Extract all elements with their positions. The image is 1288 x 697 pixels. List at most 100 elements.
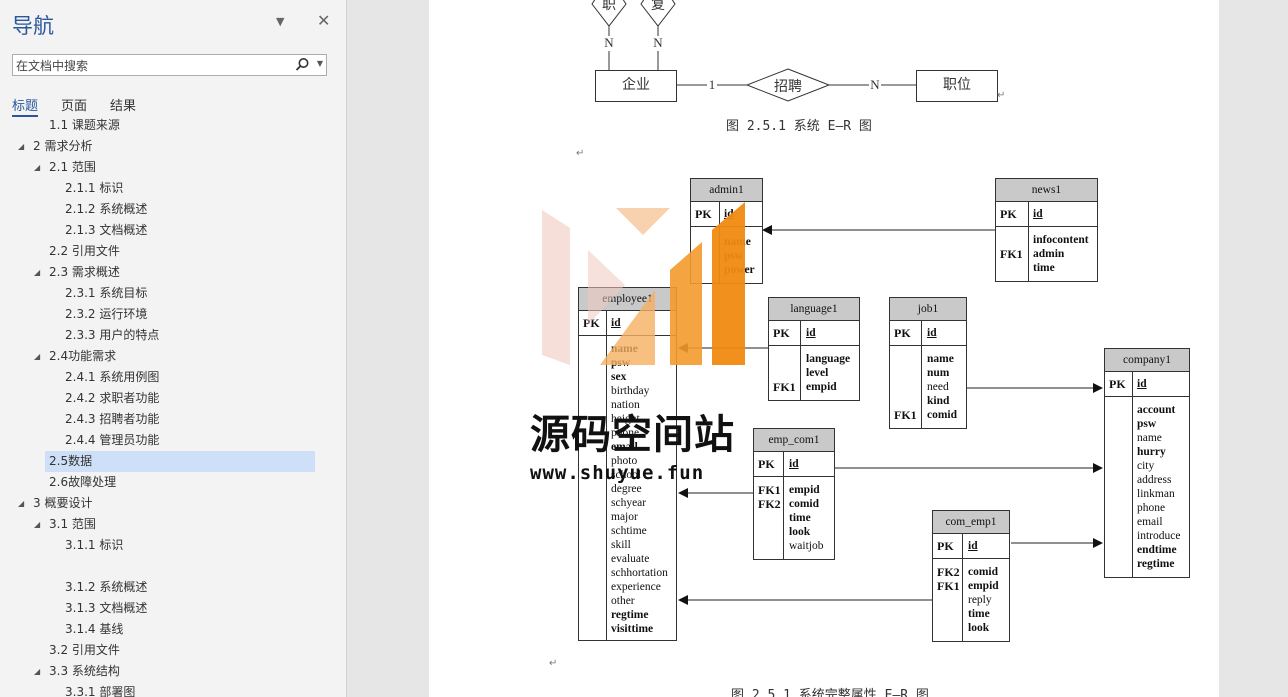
- collapse-toggle-icon[interactable]: ◢: [34, 268, 40, 277]
- field: language: [806, 353, 851, 365]
- collapse-toggle-icon[interactable]: ◢: [34, 520, 40, 529]
- field: hurry: [1137, 446, 1166, 458]
- pk-label: PK: [1000, 207, 1017, 221]
- collapse-toggle-icon[interactable]: ◢: [34, 667, 40, 676]
- field: regtime: [611, 609, 649, 621]
- nav-heading-item[interactable]: 2.1.1 标识: [65, 178, 123, 199]
- field: time: [968, 608, 990, 620]
- field: email: [1137, 516, 1163, 528]
- nav-heading-label: 2.3 需求概述: [49, 265, 120, 279]
- fk-label: FK1: [1000, 247, 1023, 261]
- watermark-logo-icon: [542, 202, 745, 365]
- nav-heading-item[interactable]: 2.1 范围: [49, 157, 96, 178]
- tab-results[interactable]: 结果: [110, 95, 136, 114]
- nav-heading-label: 2.1.2 系统概述: [65, 202, 148, 216]
- field: infocontent: [1033, 234, 1089, 246]
- tab-headings[interactable]: 标题: [12, 95, 38, 114]
- document-area[interactable]: 职 复 N N 企业 1 招聘 N 职位 ↵ 图 2.5.1 系统 E—R 图 …: [347, 0, 1288, 697]
- nav-heading-item[interactable]: 2.6故障处理: [49, 472, 116, 493]
- field: schtime: [611, 525, 647, 537]
- nav-heading-item[interactable]: 3.1.3 文档概述: [65, 598, 147, 619]
- nav-heading-item[interactable]: 2.1.2 系统概述: [65, 199, 147, 220]
- nav-heading-label: 2.6故障处理: [49, 475, 117, 489]
- field: endtime: [1137, 544, 1177, 556]
- active-tab-indicator: [12, 115, 38, 117]
- fk-label: FK2: [937, 565, 960, 579]
- nav-heading-item[interactable]: 2.2 引用文件: [49, 241, 120, 262]
- field: comid: [789, 498, 820, 510]
- nav-heading-item[interactable]: 3.2 引用文件: [49, 640, 120, 661]
- nav-heading-label: 1.1 课题来源: [49, 118, 120, 132]
- nav-heading-item[interactable]: 2.1.3 文档概述: [65, 220, 147, 241]
- nav-heading-item[interactable]: 3.1.4 基线: [65, 619, 123, 640]
- close-icon[interactable]: ✕: [317, 11, 330, 30]
- nav-heading-label: 2.1.3 文档概述: [65, 223, 148, 237]
- nav-heading-item[interactable]: 2.3.1 系统目标: [65, 283, 147, 304]
- nav-heading-label: 3.3.1 部署图: [65, 685, 136, 697]
- search-options-chevron-icon[interactable]: ▼: [317, 59, 323, 68]
- field: skill: [611, 539, 631, 551]
- heading-tree: 1.1 课题来源 2 需求分析 ◢ 2.1 范围 ◢ 2.1.1 标识 2.1.2 系统概述…: [0, 118, 346, 697]
- pk-label: PK: [894, 326, 911, 340]
- pk-field: id: [789, 458, 799, 470]
- field: num: [927, 367, 950, 379]
- pk-label: PK: [1109, 377, 1126, 391]
- paragraph-mark: ↵: [549, 658, 558, 669]
- pk-field: id: [806, 327, 816, 339]
- search-input[interactable]: [13, 56, 286, 76]
- fk-label: FK1: [758, 483, 781, 497]
- search-icon[interactable]: [294, 57, 310, 73]
- nav-pane-title: 导航: [12, 14, 54, 38]
- nav-heading-item[interactable]: 1.1 课题来源: [49, 118, 120, 136]
- figure-caption: 图 2.5.1 系统完整属性 E—R 图: [731, 688, 929, 697]
- nav-heading-item[interactable]: 3.1.2 系统概述: [65, 577, 147, 598]
- nav-heading-item[interactable]: 2.4.4 管理员功能: [65, 430, 159, 451]
- tab-pages[interactable]: 页面: [61, 95, 87, 114]
- field: visittime: [611, 623, 654, 635]
- nav-heading-label: 3.3 系统结构: [49, 664, 120, 678]
- collapse-toggle-icon[interactable]: ◢: [18, 142, 24, 151]
- nav-heading-label: 2.1 范围: [49, 160, 96, 174]
- nav-heading-label: 3.1.1 标识: [65, 538, 124, 552]
- pane-options-chevron-icon[interactable]: ▼: [276, 15, 284, 28]
- nav-heading-item[interactable]: 2.4.3 招聘者功能: [65, 409, 159, 430]
- collapse-toggle-icon[interactable]: ◢: [34, 163, 40, 172]
- table-name: com_emp1: [933, 511, 1009, 534]
- nav-heading-item[interactable]: 2.4.1 系统用例图: [65, 367, 159, 388]
- nav-heading-item[interactable]: 2.4.2 求职者功能: [65, 388, 159, 409]
- nav-heading-item[interactable]: 2 需求分析: [33, 136, 92, 157]
- pk-field: id: [1137, 378, 1147, 390]
- collapse-toggle-icon[interactable]: ◢: [18, 499, 24, 508]
- search-box[interactable]: ▼: [12, 54, 327, 76]
- nav-heading-label: 3 概要设计: [33, 496, 93, 510]
- nav-heading-label: 2.1.1 标识: [65, 181, 124, 195]
- pk-label: PK: [773, 326, 790, 340]
- pk-label: PK: [937, 539, 954, 553]
- nav-heading-item[interactable]: 3.1.1 标识: [65, 535, 123, 556]
- nav-heading-item[interactable]: 2.3 需求概述: [49, 262, 120, 283]
- nav-heading-item[interactable]: 2.3.2 运行环境: [65, 304, 147, 325]
- nav-heading-item[interactable]: 3.3.1 部署图: [65, 682, 135, 697]
- nav-heading-item[interactable]: 2.5数据: [45, 451, 315, 472]
- nav-heading-item[interactable]: 3 概要设计: [33, 493, 92, 514]
- nav-heading-item[interactable]: 3.1 范围: [49, 514, 96, 535]
- nav-heading-item[interactable]: 3.3 系统结构: [49, 661, 120, 682]
- watermark: 源码空间站 www.shuyue.fun: [530, 190, 760, 490]
- collapse-toggle-icon[interactable]: ◢: [34, 352, 40, 361]
- field: empid: [789, 484, 820, 496]
- table-name: news1: [996, 179, 1097, 202]
- field: need: [927, 381, 949, 393]
- table-job1: job1 PK id FK1 name num need kind comid: [889, 297, 967, 429]
- table-name: emp_com1: [754, 429, 834, 452]
- fk-label: FK1: [894, 408, 917, 422]
- field: level: [806, 367, 829, 379]
- nav-heading-item[interactable]: 2.3.3 用户的特点: [65, 325, 159, 346]
- field: look: [968, 622, 990, 634]
- nav-heading-label: 2.2 引用文件: [49, 244, 120, 258]
- nav-heading-item[interactable]: 2.4功能需求: [49, 346, 116, 367]
- field: look: [789, 526, 811, 538]
- field: admin: [1033, 248, 1065, 260]
- watermark-url: www.shuyue.fun: [530, 462, 705, 484]
- pk-field: id: [968, 540, 978, 552]
- table-com-emp1: com_emp1 PK id FK2 FK1 comid empid reply…: [932, 510, 1010, 642]
